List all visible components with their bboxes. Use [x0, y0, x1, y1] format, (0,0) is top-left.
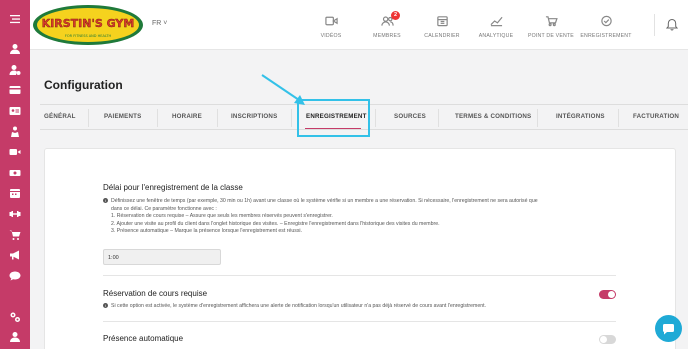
user-icon[interactable]: [8, 42, 22, 56]
dumbbell-icon[interactable]: [8, 207, 22, 221]
profile-icon[interactable]: [8, 330, 22, 344]
video-icon: [299, 14, 363, 28]
menu-icon[interactable]: [8, 12, 22, 26]
toggle-knob: [600, 336, 607, 343]
page-title: Configuration: [44, 78, 123, 92]
gym-logo[interactable]: KIRSTIN'S GYM FOR FITNESS AND HEALTH: [32, 4, 144, 46]
chevron-down-icon: ˅: [163, 20, 168, 27]
info-line: 3. Présence automatique – Marque la prés…: [111, 228, 303, 234]
annotation-arrow-icon: [261, 74, 305, 105]
divider: [217, 109, 218, 127]
shopping-cart-icon[interactable]: [8, 228, 22, 242]
id-card-icon[interactable]: [8, 104, 22, 118]
divider: [438, 109, 439, 127]
calendar-icon[interactable]: [8, 186, 22, 200]
checkin-icon: [574, 14, 638, 28]
money-icon[interactable]: [8, 166, 22, 180]
tab-payments[interactable]: PAIEMENTS: [104, 113, 141, 120]
info-line: dans ce délai. Ce paramètre fonctionne a…: [111, 205, 217, 212]
info-line: 1. Réservation de cours requise – Assure…: [111, 213, 333, 219]
checkin-delay-info: i Définissez une fenêtre de temps (par ex…: [103, 198, 623, 236]
divider: [103, 321, 616, 322]
booking-required-title: Réservation de cours requise: [103, 289, 208, 298]
tab-integrations[interactable]: INTÉGRATIONS: [556, 113, 605, 120]
trainer-icon[interactable]: [8, 125, 22, 139]
video-camera-icon[interactable]: [8, 145, 22, 159]
info-icon: i: [103, 198, 108, 203]
divider: [157, 109, 158, 127]
tab-sources[interactable]: SOURCES: [394, 113, 426, 120]
megaphone-icon[interactable]: [8, 248, 22, 262]
nav-label: ENREGISTREMENT: [580, 33, 632, 39]
divider: [88, 109, 89, 127]
divider: [618, 109, 619, 127]
divider: [291, 109, 292, 127]
booking-required-info: i Si cette option est activée, le système…: [103, 303, 623, 311]
info-icon: i: [103, 303, 108, 308]
divider: [654, 14, 655, 36]
language-selector[interactable]: FR ˅: [152, 20, 167, 27]
logo-tagline: FOR FITNESS AND HEALTH: [65, 34, 112, 38]
credit-card-icon[interactable]: [8, 83, 22, 97]
chat-bubble-icon[interactable]: [8, 269, 22, 283]
auto-attendance-toggle[interactable]: [599, 335, 616, 344]
tab-registrations[interactable]: INSCRIPTIONS: [231, 113, 277, 120]
checkin-delay-input[interactable]: 1:00: [103, 249, 221, 265]
tab-terms-conditions[interactable]: TERMES & CONDITIONS: [455, 113, 531, 120]
info-line: Définissez une fenêtre de temps (par exe…: [111, 198, 538, 204]
user-settings-icon[interactable]: [8, 63, 22, 77]
notification-badge: 2: [391, 11, 400, 20]
booking-required-toggle[interactable]: [599, 290, 616, 299]
language-code: FR: [152, 20, 162, 27]
toggle-knob: [608, 291, 615, 298]
chat-icon: [663, 323, 674, 334]
sidebar: [0, 0, 30, 349]
nav-videos[interactable]: VIDÉOS: [299, 14, 363, 39]
bell-icon[interactable]: [666, 18, 678, 31]
tab-billing[interactable]: FACTURATION: [633, 113, 679, 120]
top-bar: KIRSTIN'S GYM FOR FITNESS AND HEALTH FR …: [30, 0, 688, 50]
divider: [375, 109, 376, 127]
auto-attendance-title: Présence automatique: [103, 334, 184, 343]
settings-icon[interactable]: [8, 310, 22, 324]
divider: [103, 275, 616, 276]
tab-general[interactable]: GÉNÉRAL: [44, 113, 76, 120]
tab-schedule[interactable]: HORAIRE: [172, 113, 202, 120]
nav-label: VIDÉOS: [320, 33, 342, 39]
divider: [537, 109, 538, 127]
logo-name: KIRSTIN'S GYM: [42, 17, 135, 30]
chat-support-button[interactable]: [655, 315, 682, 342]
checkin-delay-title: Délai pour l'enregistrement de la classe: [103, 183, 243, 192]
info-line: 2. Ajouter une visite au profil du clien…: [111, 220, 440, 227]
info-line: Si cette option est activée, le système …: [111, 303, 486, 309]
nav-checkin[interactable]: ENREGISTREMENT: [574, 14, 638, 39]
